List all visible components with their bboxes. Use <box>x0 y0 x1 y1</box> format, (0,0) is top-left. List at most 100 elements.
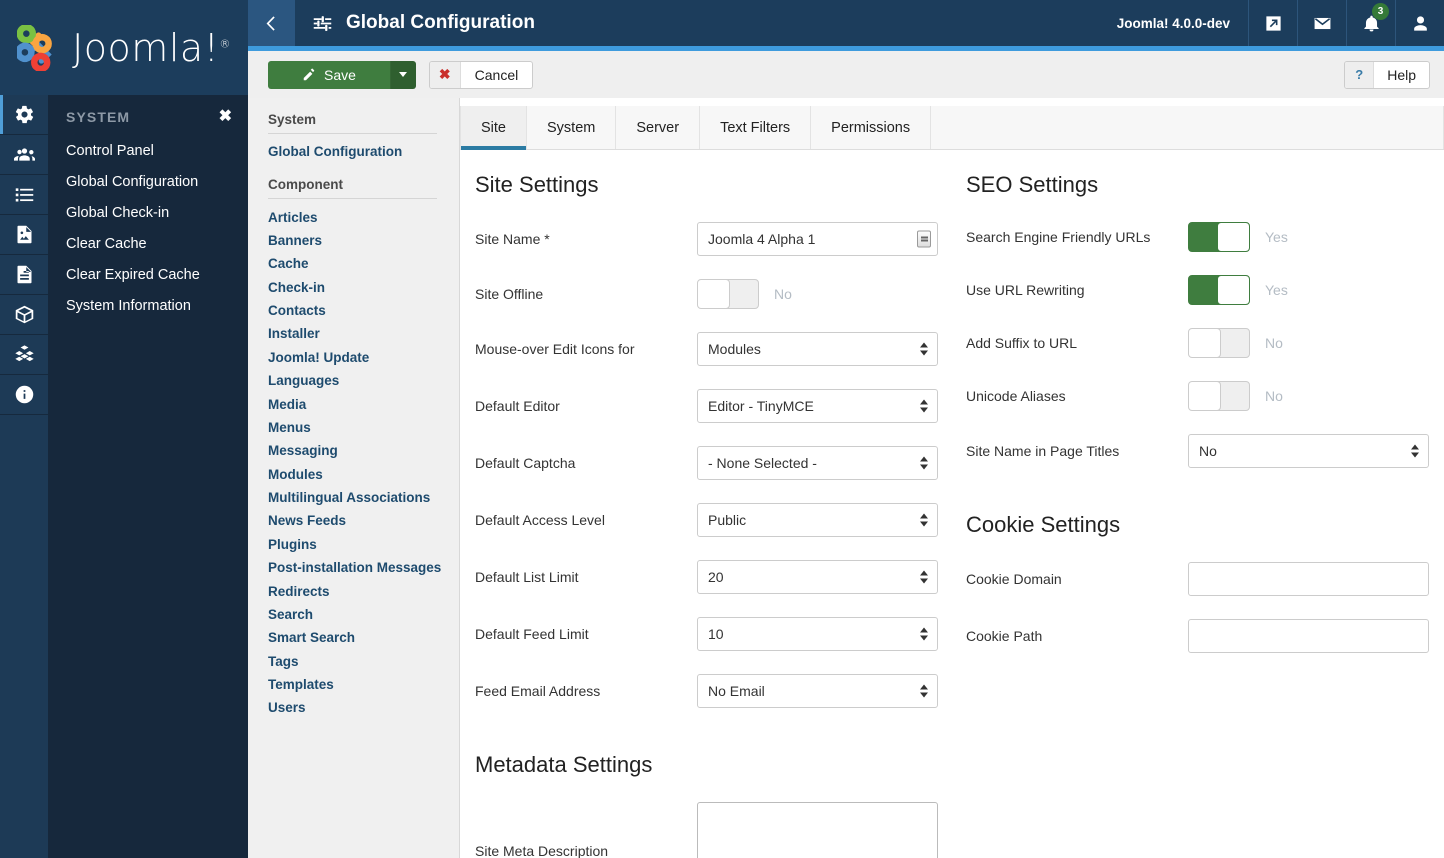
rail-item-media[interactable] <box>0 215 48 255</box>
sidebar-item-clear-cache[interactable]: Clear Cache <box>48 228 248 259</box>
metadata-settings-title: Metadata Settings <box>475 752 653 777</box>
help-button[interactable]: ? Help <box>1344 60 1430 89</box>
site-name-in-titles-select[interactable] <box>1188 434 1429 468</box>
site-meta-description-textarea[interactable] <box>697 802 938 858</box>
subnav-item-menus[interactable]: Menus <box>268 416 459 439</box>
preview-site-button[interactable] <box>1248 0 1297 46</box>
subnav-list-component: Articles Banners Cache Check-in Contacts… <box>268 199 459 719</box>
default-captcha-control <box>697 446 938 480</box>
brand-area: Joomla!® <box>0 0 248 95</box>
subnav-item-global-configuration[interactable]: Global Configuration <box>268 140 459 163</box>
subnav-item-smart-search[interactable]: Smart Search <box>268 626 459 649</box>
sef-urls-toggle[interactable] <box>1188 222 1250 252</box>
subnav-item-contacts[interactable]: Contacts <box>268 299 459 322</box>
field-cookie-path: Cookie Path <box>966 619 1430 653</box>
tab-server[interactable]: Server <box>616 106 701 149</box>
mouseover-edit-select[interactable] <box>697 332 938 366</box>
feed-email-select[interactable] <box>697 674 938 708</box>
subnav-item-post-installation-messages[interactable]: Post-installation Messages <box>268 556 459 579</box>
sidebar-item-clear-expired-cache[interactable]: Clear Expired Cache <box>48 259 248 290</box>
add-suffix-toggle[interactable] <box>1188 328 1250 358</box>
cancel-button[interactable]: ✖ Cancel <box>428 60 534 89</box>
close-icon[interactable]: ✖ <box>219 109 232 125</box>
default-captcha-select[interactable] <box>697 446 938 480</box>
tab-site[interactable]: Site <box>461 106 527 150</box>
site-offline-toggle[interactable] <box>697 279 759 309</box>
rail-item-components[interactable] <box>0 295 48 335</box>
unicode-aliases-toggle[interactable] <box>1188 381 1250 411</box>
cookie-path-control <box>1188 619 1430 653</box>
subnav-item-redirects[interactable]: Redirects <box>268 579 459 602</box>
add-suffix-value: No <box>1265 335 1283 351</box>
messages-button[interactable] <box>1297 0 1346 46</box>
subnav-item-plugins[interactable]: Plugins <box>268 533 459 556</box>
subnav-item-modules[interactable]: Modules <box>268 463 459 486</box>
subnav-item-messaging[interactable]: Messaging <box>268 439 459 462</box>
subnav-item-news-feeds[interactable]: News Feeds <box>268 509 459 532</box>
subnav-item-banners[interactable]: Banners <box>268 229 459 252</box>
subnav-item-search[interactable]: Search <box>268 603 459 626</box>
subnav-item-users[interactable]: Users <box>268 696 459 719</box>
cookie-path-input[interactable] <box>1188 619 1429 653</box>
field-unicode-aliases: Unicode Aliases No <box>966 381 1430 411</box>
tab-system[interactable]: System <box>527 106 617 149</box>
default-feed-limit-select[interactable] <box>697 617 938 651</box>
sidebar-item-global-check-in[interactable]: Global Check-in <box>48 197 248 228</box>
save-button[interactable]: Save <box>268 60 390 89</box>
rail-item-menus[interactable] <box>0 175 48 215</box>
user-menu-button[interactable] <box>1395 0 1444 46</box>
system-menu-list: Control Panel Global Configuration Globa… <box>48 135 248 321</box>
back-button[interactable] <box>248 0 295 46</box>
subnav-group-title-component: Component <box>268 177 437 200</box>
subnav-item-check-in[interactable]: Check-in <box>268 276 459 299</box>
unicode-aliases-value: No <box>1265 388 1283 404</box>
users-icon <box>13 148 35 161</box>
sidebar-item-control-panel[interactable]: Control Panel <box>48 135 248 166</box>
unicode-aliases-control: No <box>1188 381 1430 411</box>
url-rewriting-toggle[interactable] <box>1188 275 1250 305</box>
rail-item-help[interactable] <box>0 375 48 415</box>
default-feed-limit-control <box>697 617 938 651</box>
save-dropdown-button[interactable] <box>389 60 416 89</box>
default-captcha-label: Default Captcha <box>475 455 576 471</box>
tab-text-filters[interactable]: Text Filters <box>700 106 812 149</box>
subnav-item-joomla-update[interactable]: Joomla! Update <box>268 346 459 369</box>
site-name-in-titles-control <box>1188 434 1430 468</box>
sef-urls-value: Yes <box>1265 229 1288 245</box>
field-default-list-limit: Default List Limit <box>475 560 938 594</box>
site-meta-description-label: Site Meta Description <box>475 842 609 858</box>
toolbar: Save ✖ Cancel ? Help <box>248 51 1444 98</box>
config-tabs: Site System Server Text Filters Permissi… <box>460 106 1444 150</box>
site-name-input[interactable] <box>697 222 938 256</box>
rail-item-users[interactable] <box>0 135 48 175</box>
cookie-domain-input[interactable] <box>1188 562 1429 596</box>
default-list-limit-select[interactable] <box>697 560 938 594</box>
subnav-item-multilingual-associations[interactable]: Multilingual Associations <box>268 486 459 509</box>
sidebar-item-global-configuration[interactable]: Global Configuration <box>48 166 248 197</box>
info-icon <box>15 385 33 404</box>
page-title: Global Configuration <box>346 12 535 33</box>
notifications-button[interactable]: 3 <box>1346 0 1395 46</box>
tab-permissions[interactable]: Permissions <box>811 106 932 149</box>
default-access-select[interactable] <box>697 503 938 537</box>
default-list-limit-control <box>697 560 938 594</box>
left-pane: SYSTEM ✖ Control Panel Global Configurat… <box>0 95 248 858</box>
subnav-item-media[interactable]: Media <box>268 392 459 415</box>
field-site-meta-description: Site Meta Description <box>475 802 938 858</box>
top-header: Global Configuration Joomla! 4.0.0-dev 3 <box>248 0 1444 46</box>
subnav-item-articles[interactable]: Articles <box>268 205 459 228</box>
rail-item-content[interactable] <box>0 255 48 295</box>
rail-item-extensions[interactable] <box>0 335 48 375</box>
rail-item-system[interactable] <box>0 95 48 135</box>
sidebar-item-system-information[interactable]: System Information <box>48 290 248 321</box>
external-link-icon <box>1265 15 1281 31</box>
subnav-item-installer[interactable]: Installer <box>268 322 459 345</box>
joomla-logo[interactable]: Joomla!® <box>17 24 231 71</box>
subnav-list-system: Global Configuration <box>268 134 459 163</box>
default-access-control <box>697 503 938 537</box>
subnav-item-languages[interactable]: Languages <box>268 369 459 392</box>
subnav-item-cache[interactable]: Cache <box>268 252 459 275</box>
subnav-item-tags[interactable]: Tags <box>268 650 459 673</box>
subnav-item-templates[interactable]: Templates <box>268 673 459 696</box>
default-editor-select[interactable] <box>697 389 938 423</box>
